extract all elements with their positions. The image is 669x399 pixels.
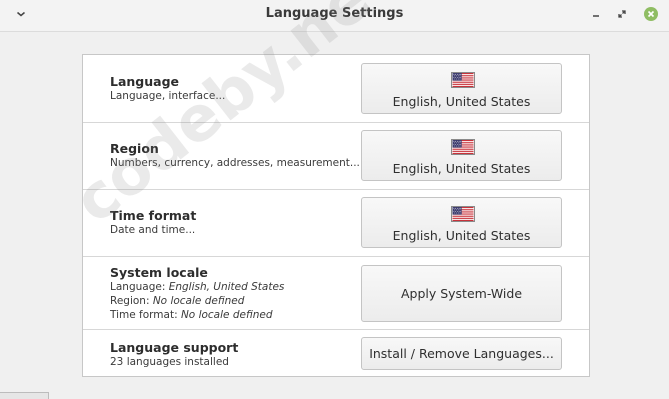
time-format-button[interactable]: English, United States (361, 197, 562, 248)
close-icon (644, 7, 658, 21)
language-row: Language Language, interface... English,… (83, 55, 589, 123)
language-support-row: Language support 23 languages installed … (83, 330, 589, 376)
language-button[interactable]: English, United States (361, 63, 562, 114)
language-support-label-block: Language support 23 languages installed (110, 340, 238, 369)
language-subtitle: Language, interface... (110, 90, 226, 102)
system-locale-heading: System locale (110, 265, 208, 280)
system-locale-label-block: System locale Language: English, United … (110, 265, 284, 322)
window-title: Language Settings (265, 6, 404, 21)
system-locale-region-value: No locale defined (152, 295, 245, 307)
language-label-block: Language Language, interface... (110, 74, 225, 103)
time-format-row: Time format Date and time... English, Un… (83, 190, 589, 257)
settings-panel: Language Language, interface... English,… (82, 54, 590, 377)
maximize-button[interactable] (612, 4, 632, 24)
system-locale-region-prefix: Region: (110, 295, 153, 307)
system-locale-time: Time format: No locale defined (110, 308, 284, 322)
time-format-label-block: Time format Date and time... (110, 208, 196, 237)
close-button[interactable] (641, 4, 661, 24)
us-flag-icon (451, 139, 475, 155)
system-locale-region: Region: No locale defined (110, 294, 284, 308)
language-support-heading: Language support (110, 340, 239, 355)
minimize-button[interactable] (586, 4, 606, 24)
system-locale-language: Language: English, United States (110, 280, 284, 294)
title-bar: Language Settings (0, 0, 669, 32)
region-button-label: English, United States (392, 161, 531, 176)
language-support-subtitle: 23 languages installed (110, 356, 229, 368)
system-locale-time-prefix: Time format: (110, 309, 181, 321)
install-remove-languages-button[interactable]: Install / Remove Languages... (361, 337, 562, 370)
maximize-icon (618, 10, 626, 18)
time-format-button-label: English, United States (392, 228, 531, 243)
system-locale-row: System locale Language: English, United … (83, 257, 589, 330)
region-row: Region Numbers, currency, addresses, mea… (83, 123, 589, 190)
region-heading: Region (110, 141, 159, 156)
system-locale-language-prefix: Language: (110, 281, 169, 293)
minimize-icon (593, 15, 599, 17)
language-button-label: English, United States (392, 94, 531, 109)
region-label-block: Region Numbers, currency, addresses, mea… (110, 141, 360, 170)
us-flag-icon (451, 206, 475, 222)
language-heading: Language (110, 74, 180, 89)
apply-system-wide-button[interactable]: Apply System-Wide (361, 265, 562, 322)
region-subtitle: Numbers, currency, addresses, measuremen… (110, 157, 360, 169)
time-format-heading: Time format (110, 208, 197, 223)
time-format-subtitle: Date and time... (110, 224, 196, 236)
system-locale-time-value: No locale defined (180, 309, 273, 321)
us-flag-icon (451, 72, 475, 88)
system-locale-language-value: English, United States (168, 281, 285, 293)
region-button[interactable]: English, United States (361, 130, 562, 181)
